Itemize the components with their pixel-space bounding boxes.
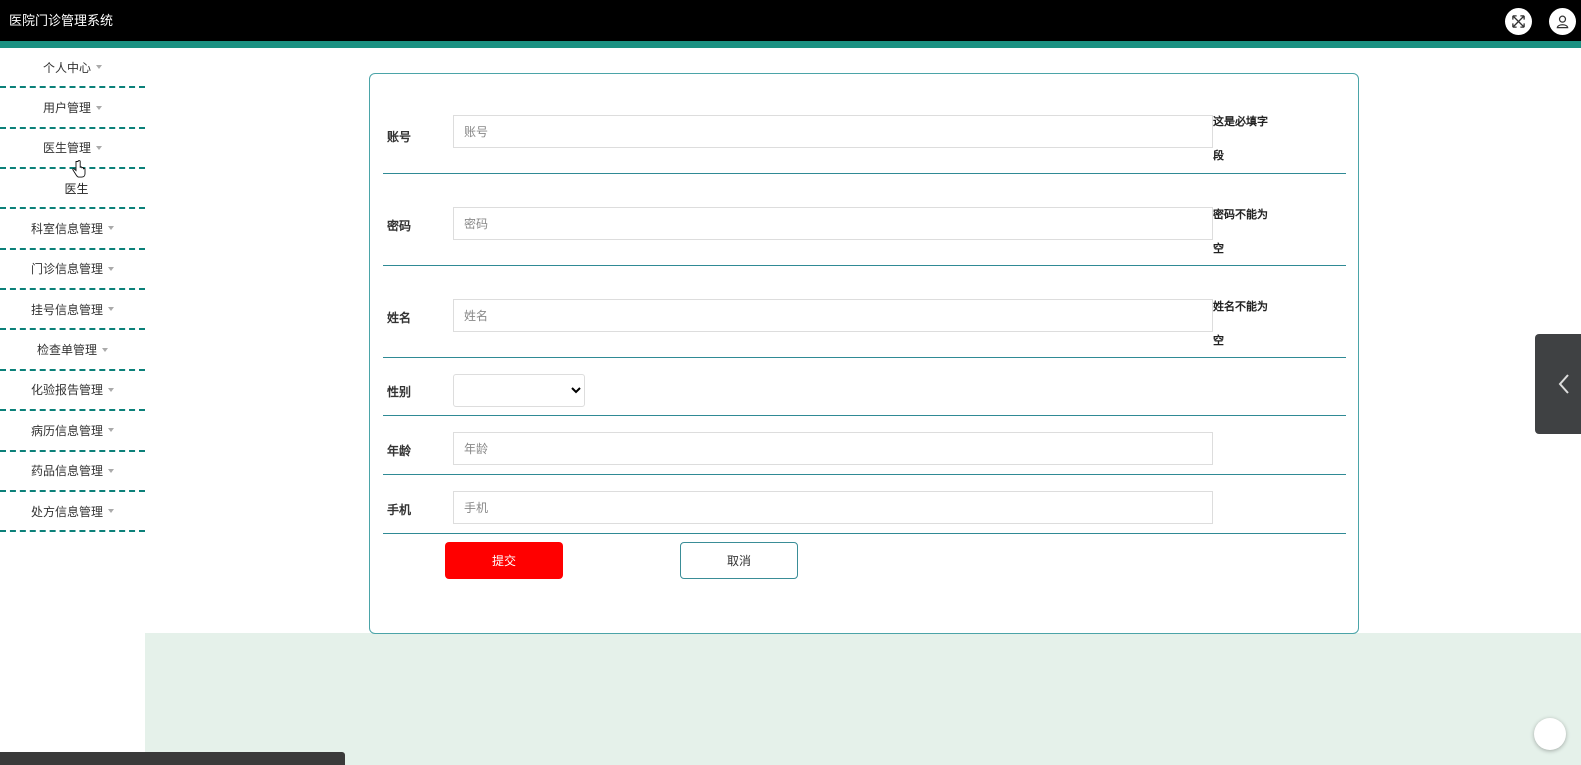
sidebar-item-label: 化验报告管理 xyxy=(30,383,103,398)
sidebar-item-drug-management[interactable]: 药品信息管理 xyxy=(0,452,145,492)
user-form: 账号 这是必填字段 密码 密码不能为空 姓名 姓名不能为空 性别 年龄 手机 提… xyxy=(369,73,1359,634)
caret-down-icon xyxy=(108,468,114,473)
name-input[interactable] xyxy=(453,299,1213,332)
account-error: 这是必填字段 xyxy=(1213,115,1268,162)
fullscreen-icon xyxy=(1512,15,1525,28)
sidebar-item-label: 挂号信息管理 xyxy=(30,302,103,317)
name-error: 姓名不能为空 xyxy=(1213,300,1268,347)
sidebar-item-user-management[interactable]: 用户管理 xyxy=(0,88,145,129)
sidebar-item-label: 医生管理 xyxy=(42,141,91,156)
chevron-left-icon xyxy=(1558,374,1569,394)
user-button[interactable] xyxy=(1549,8,1576,35)
caret-down-icon xyxy=(96,65,102,70)
content-background xyxy=(145,633,1581,765)
sidebar-item-label: 病历信息管理 xyxy=(30,423,103,438)
caret-down-icon xyxy=(108,226,114,231)
form-row-age: 年龄 xyxy=(383,416,1346,475)
sidebar-item-department-management[interactable]: 科室信息管理 xyxy=(0,209,145,250)
sidebar-item-label: 科室信息管理 xyxy=(30,221,103,236)
side-panel-toggle[interactable] xyxy=(1535,334,1581,434)
name-label: 姓名 xyxy=(387,311,412,325)
form-row-name: 姓名 姓名不能为空 xyxy=(383,266,1346,358)
age-label: 年龄 xyxy=(387,444,412,458)
sidebar-item-prescription-management[interactable]: 处方信息管理 xyxy=(0,492,145,533)
sidebar-item-registration-management[interactable]: 挂号信息管理 xyxy=(0,290,145,331)
sidebar-item-label: 用户管理 xyxy=(42,101,91,116)
sidebar-item-label: 检查单管理 xyxy=(36,343,97,358)
sidebar: 个人中心 用户管理 医生管理 医生 科室信息管理 门诊信息管理 挂号信息管理 检… xyxy=(0,48,145,765)
gender-select[interactable] xyxy=(453,374,585,407)
caret-down-icon xyxy=(108,509,114,514)
sidebar-item-clinic-management[interactable]: 门诊信息管理 xyxy=(0,250,145,290)
form-row-gender: 性别 xyxy=(383,358,1346,416)
floating-chat-button[interactable] xyxy=(1534,718,1566,750)
status-bar xyxy=(0,752,345,765)
sidebar-item-personal-center[interactable]: 个人中心 xyxy=(0,48,145,89)
caret-down-icon xyxy=(96,145,102,150)
app-title: 医院门诊管理系统 xyxy=(9,14,114,29)
sidebar-item-lab-report-management[interactable]: 化验报告管理 xyxy=(0,371,145,412)
sidebar-item-label: 个人中心 xyxy=(42,60,91,75)
hand-cursor-icon xyxy=(72,160,86,178)
fullscreen-button[interactable] xyxy=(1505,8,1532,35)
form-row-account: 账号 这是必填字段 xyxy=(383,97,1346,174)
caret-down-icon xyxy=(108,307,114,312)
sidebar-item-medical-record-management[interactable]: 病历信息管理 xyxy=(0,411,145,452)
caret-down-icon xyxy=(96,105,102,110)
submit-button[interactable]: 提交 xyxy=(445,542,563,579)
password-input[interactable] xyxy=(453,207,1213,240)
sidebar-item-label: 处方信息管理 xyxy=(30,504,103,519)
caret-down-icon xyxy=(108,428,114,433)
password-label: 密码 xyxy=(387,219,412,233)
caret-down-icon xyxy=(108,266,114,271)
account-input[interactable] xyxy=(453,115,1213,148)
form-row-password: 密码 密码不能为空 xyxy=(383,174,1346,266)
phone-label: 手机 xyxy=(387,503,412,517)
password-error: 密码不能为空 xyxy=(1213,208,1268,255)
caret-down-icon xyxy=(108,387,114,392)
sidebar-item-label: 药品信息管理 xyxy=(30,464,103,479)
cancel-button[interactable]: 取消 xyxy=(680,542,798,579)
form-row-phone: 手机 xyxy=(383,475,1346,534)
user-icon xyxy=(1556,15,1569,29)
account-label: 账号 xyxy=(387,130,412,144)
sidebar-item-exam-management[interactable]: 检查单管理 xyxy=(0,330,145,371)
top-accent-stripe xyxy=(0,41,1581,48)
gender-label: 性别 xyxy=(387,385,412,399)
phone-input[interactable] xyxy=(453,491,1213,524)
top-bar: 医院门诊管理系统 xyxy=(0,0,1581,48)
sidebar-item-label: 门诊信息管理 xyxy=(30,262,103,277)
caret-down-icon xyxy=(102,347,108,352)
age-input[interactable] xyxy=(453,432,1213,465)
